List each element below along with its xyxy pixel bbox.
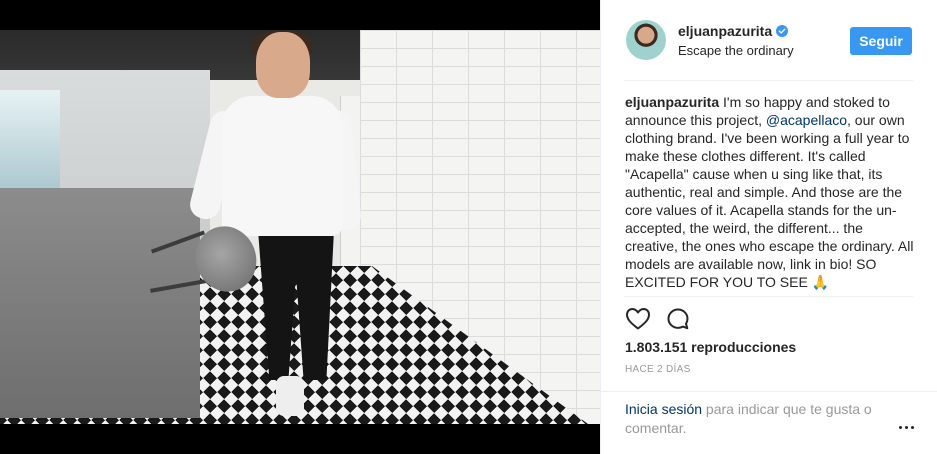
post-side-panel: eljuanpazurita Escape the ordinary Segui… [600,0,937,454]
username-link[interactable]: eljuanpazurita [678,23,772,39]
more-options-icon[interactable] [894,420,918,434]
post-subtitle: Escape the ordinary [678,42,794,58]
user-line: eljuanpazurita [678,23,794,39]
actions-divider [624,296,913,297]
caption-mention-link[interactable]: @acapellaco [766,112,847,128]
heart-icon[interactable] [623,304,653,334]
dot [904,425,908,429]
post-header: eljuanpazurita Escape the ordinary Segui… [601,0,937,80]
caption-text: , our own clothing brand. I've been work… [625,112,914,290]
post-media[interactable] [0,0,600,454]
dot [910,425,914,429]
follow-button[interactable]: Seguir [850,27,912,55]
person-head [256,32,310,98]
login-prompt: Inicia sesión para indicar que te gusta … [625,400,880,438]
video-frame[interactable] [0,30,600,424]
concrete-counter [0,188,200,418]
action-bar [623,304,703,334]
comment-icon[interactable] [663,304,693,334]
header-text: eljuanpazurita Escape the ordinary [678,23,794,58]
header-divider [624,80,913,81]
caption-username[interactable]: eljuanpazurita [625,94,719,110]
person-torso [222,96,342,236]
person-shoe [276,376,304,416]
avatar[interactable] [626,20,666,60]
view-count: 1.803.151 reproducciones [625,339,797,355]
post-timestamp[interactable]: HACE 2 DÍAS [625,364,691,375]
post-caption: eljuanpazurita I'm so happy and stoked t… [625,93,915,296]
dot [898,425,902,429]
login-link[interactable]: Inicia sesión [625,401,702,417]
verified-badge-icon [776,24,789,37]
footer-divider [601,391,937,392]
